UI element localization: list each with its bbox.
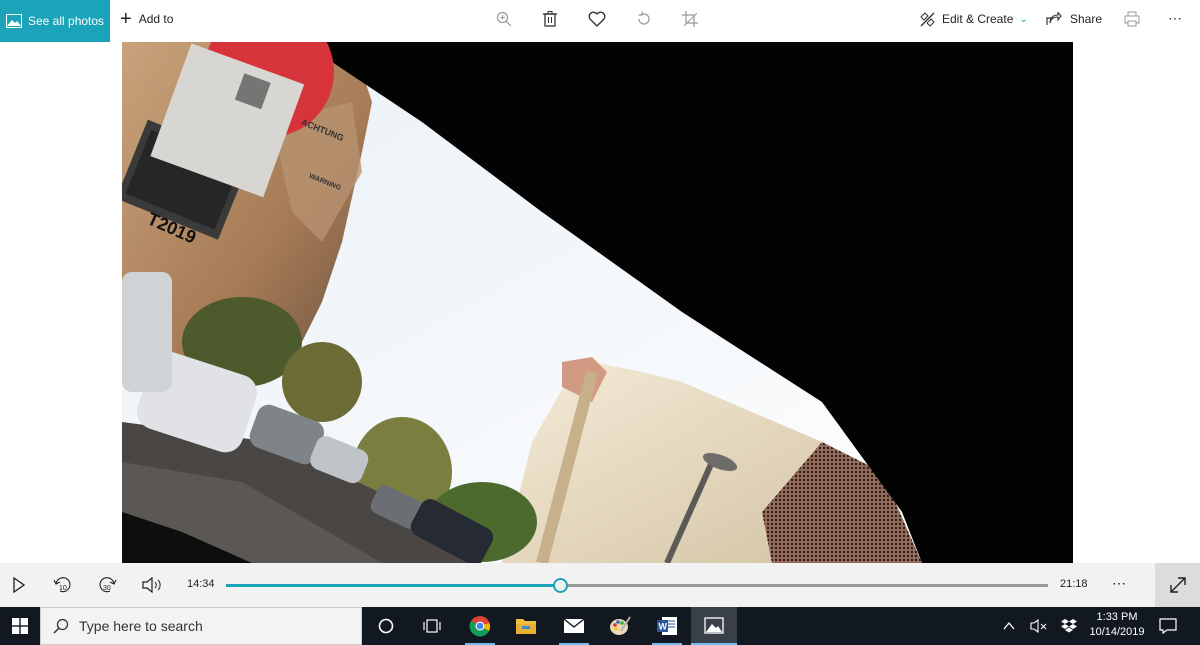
taskbar-clock[interactable]: 1:33 PM 10/14/2019	[1082, 610, 1152, 640]
play-icon[interactable]	[10, 575, 28, 595]
volume-icon[interactable]	[141, 575, 165, 595]
zoom-in-icon[interactable]	[494, 9, 514, 29]
share-label: Share	[1070, 12, 1103, 26]
photos-app-window: See all photos + Add to Edit & Create ⌄	[0, 0, 1200, 607]
fullscreen-button[interactable]	[1155, 563, 1200, 607]
cortana-icon[interactable]	[363, 607, 409, 645]
svg-text:W: W	[659, 622, 668, 632]
start-button[interactable]	[0, 607, 40, 645]
search-placeholder: Type here to search	[79, 618, 203, 634]
task-view-icon[interactable]	[409, 607, 455, 645]
video-still	[122, 42, 1073, 563]
dropbox-icon[interactable]	[1058, 607, 1080, 645]
chrome-icon[interactable]	[457, 607, 503, 645]
video-frame[interactable]: ACHTUNG WARNING T2019	[122, 42, 1073, 563]
current-time: 14:34	[187, 578, 215, 590]
edit-create-icon	[920, 11, 935, 27]
seek-bar-progress	[226, 584, 560, 587]
favorite-icon[interactable]	[587, 9, 607, 29]
see-all-photos-label: See all photos	[28, 14, 105, 28]
skip-back-icon[interactable]: 10	[51, 575, 73, 595]
rotate-icon[interactable]	[634, 9, 654, 29]
paint-icon[interactable]	[597, 607, 643, 645]
share-icon	[1046, 12, 1062, 26]
mail-icon[interactable]	[551, 607, 597, 645]
clock-date: 10/14/2019	[1089, 626, 1145, 638]
seek-bar[interactable]	[226, 578, 1048, 593]
total-time: 21:18	[1060, 578, 1088, 590]
delete-icon[interactable]	[540, 9, 560, 29]
edit-create-label: Edit & Create	[942, 12, 1014, 26]
clock-time: 1:33 PM	[1096, 611, 1138, 623]
chevron-down-icon: ⌄	[1019, 13, 1028, 25]
see-all-photos-button[interactable]: See all photos	[0, 0, 110, 42]
skip-back-label: 10	[59, 585, 67, 592]
more-options-icon[interactable]: ⋯	[1168, 10, 1183, 27]
add-to-button[interactable]: + Add to	[120, 0, 173, 38]
crop-icon[interactable]	[680, 9, 700, 29]
edit-create-button[interactable]: Edit & Create ⌄	[920, 0, 1028, 38]
file-explorer-icon[interactable]	[503, 607, 549, 645]
word-icon[interactable]: W	[644, 607, 690, 645]
top-toolbar: See all photos + Add to Edit & Create ⌄	[0, 0, 1200, 42]
skip-forward-label: 30	[103, 585, 111, 592]
windows-logo-icon	[12, 618, 28, 634]
photos-app-icon[interactable]	[691, 607, 737, 645]
add-to-label: Add to	[138, 12, 174, 26]
print-icon[interactable]	[1122, 9, 1142, 29]
photo-icon	[6, 14, 22, 28]
taskbar-search-box[interactable]: Type here to search	[40, 607, 362, 645]
playback-more-icon[interactable]: ⋯	[1112, 575, 1127, 592]
playback-bar: 10 30 14:34 21:18 ⋯	[0, 563, 1200, 607]
expand-icon	[1169, 576, 1187, 594]
action-center-icon[interactable]	[1156, 607, 1180, 645]
plus-icon: +	[120, 8, 132, 30]
seek-bar-thumb[interactable]	[552, 578, 568, 593]
windows-taskbar: Type here to search W 1:33 PM 10/14/2019	[0, 607, 1200, 645]
volume-tray-icon[interactable]	[1028, 607, 1050, 645]
skip-forward-icon[interactable]: 30	[97, 575, 119, 595]
search-icon	[53, 618, 69, 634]
show-hidden-icons-chevron-icon[interactable]	[1000, 607, 1018, 645]
share-button[interactable]: Share	[1046, 0, 1102, 38]
